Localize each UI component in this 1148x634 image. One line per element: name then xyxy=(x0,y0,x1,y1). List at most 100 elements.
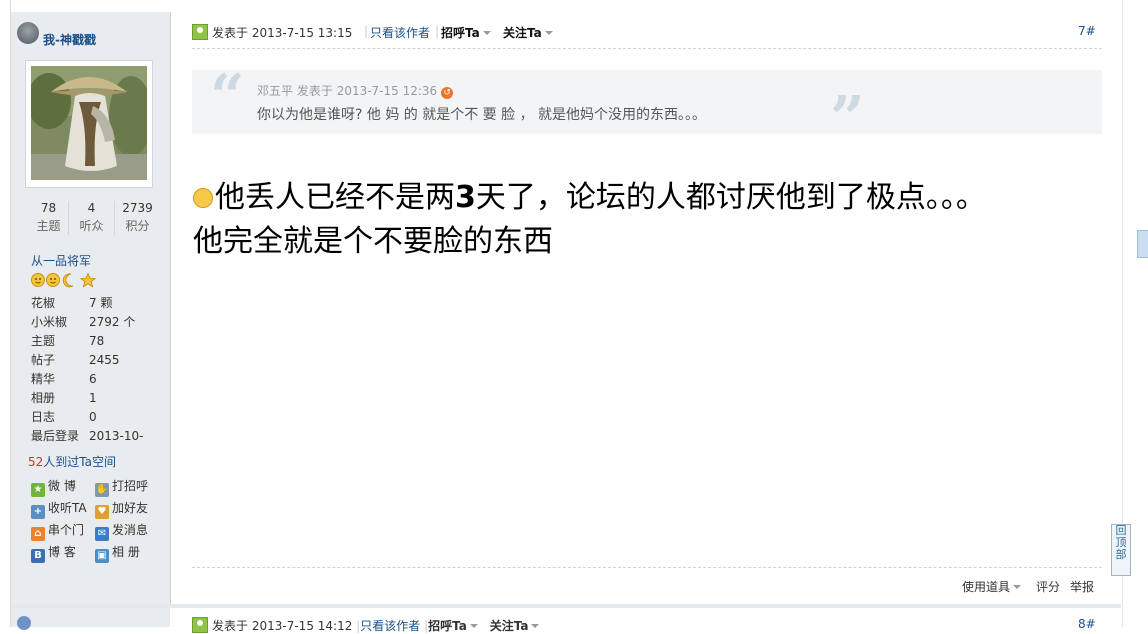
only-author-link[interactable]: 只看该作者 xyxy=(360,619,420,633)
info-key: 相册 xyxy=(31,391,56,405)
info-row: 花椒 7 颗 xyxy=(31,294,143,313)
report-link[interactable]: 举报 xyxy=(1070,578,1094,595)
action-greet[interactable]: ✋ 打招呼 xyxy=(95,477,148,497)
info-key: 帖子 xyxy=(31,353,56,367)
action-label: 串个门 xyxy=(48,523,85,537)
action-follow[interactable]: + 收听TA xyxy=(31,499,87,519)
tools-label: 使用道具 xyxy=(962,580,1011,594)
user-status-icon xyxy=(17,616,31,630)
greet-menu[interactable]: 招呼Ta xyxy=(441,24,491,41)
action-blog[interactable]: B博 客 xyxy=(31,543,76,563)
stat-label: 积分 xyxy=(125,219,150,233)
open-quote-icon: “ xyxy=(210,62,245,132)
avatar[interactable] xyxy=(31,66,147,180)
username-link[interactable]: 我-神戳戳 xyxy=(43,31,96,48)
info-value: 0 xyxy=(89,410,97,424)
info-value: 2455 xyxy=(89,353,120,367)
user-rank[interactable]: 从一品将军 xyxy=(31,252,91,269)
meta-divider: | xyxy=(435,24,440,38)
jump-to-quote-icon[interactable]: ↺ xyxy=(441,87,454,99)
action-label: 发消息 xyxy=(112,523,149,537)
action-label: 打招呼 xyxy=(112,479,149,493)
posted-time: 2013-7-15 14:12 xyxy=(251,619,353,633)
greet-label: 招呼Ta xyxy=(441,26,480,40)
info-value: 78 xyxy=(89,334,105,348)
close-quote-icon: ” xyxy=(830,84,865,154)
stat-topics[interactable]: 78 主题 xyxy=(26,199,71,235)
action-label: 微 博 xyxy=(48,479,76,493)
stat-label: 主题 xyxy=(36,219,61,233)
quote-time: 2013-7-15 12:36 xyxy=(336,84,438,98)
action-label: 相 册 xyxy=(112,545,140,559)
back-to-top-button[interactable]: 回顶部 xyxy=(1111,524,1131,576)
level-medals xyxy=(31,272,97,288)
info-value: 6 xyxy=(89,372,97,386)
blog-icon: B xyxy=(31,549,45,563)
online-user-icon xyxy=(192,617,208,633)
action-weibo[interactable]: ★ 微 博 xyxy=(31,477,76,497)
space-visits-link[interactable]: 52人到过Ta空间 xyxy=(28,453,116,470)
quote-text: 你以为他是谁呀? 他 妈 的 就是个不 要 脸 ， 就是他妈个没用的东西。。。 xyxy=(257,107,707,123)
body-text: 天了，论坛的人都讨厌他到了极点。。。 xyxy=(475,180,986,215)
action-label: 加好友 xyxy=(112,501,149,515)
follow-icon: + xyxy=(31,505,45,519)
info-row: 主题 78 xyxy=(31,332,143,351)
sun-icon xyxy=(46,273,60,287)
posted-time: 2013-7-15 13:15 xyxy=(251,26,353,40)
info-row: 小米椒 2792 个 xyxy=(31,313,143,332)
info-row: 相册 1 xyxy=(31,389,143,408)
chevron-down-icon xyxy=(1013,585,1022,589)
scrollbar-thumb[interactable] xyxy=(1137,230,1148,258)
footer-divider xyxy=(192,567,1102,568)
info-key: 花椒 xyxy=(31,296,56,310)
rate-link[interactable]: 评分 xyxy=(1036,578,1060,595)
info-key: 日志 xyxy=(31,410,56,424)
stat-label: 听众 xyxy=(79,219,104,233)
page-left-edge xyxy=(0,0,11,627)
chevron-down-icon xyxy=(531,624,540,628)
follow-label: 关注Ta xyxy=(503,26,542,40)
action-add-friend[interactable]: ♥ 加好友 xyxy=(95,499,148,519)
quote-meta: 邓五平 发表于 2013-7-15 12:36 ↺ xyxy=(257,82,454,99)
user-info-table: 花椒 7 颗 小米椒 2792 个 主题 78 帖子 2455 精华 6 相册 1 日志 0 … xyxy=(31,294,143,446)
action-visit[interactable]: ⌂ 串个门 xyxy=(31,521,84,541)
chevron-down-icon xyxy=(544,31,553,35)
visits-text: 人到过Ta空间 xyxy=(43,455,116,469)
only-author-link[interactable]: 只看该作者 xyxy=(370,24,430,41)
action-message[interactable]: ✉ 发消息 xyxy=(95,521,148,541)
user-stats: 78 主题 4 听众 2739 积分 xyxy=(26,199,161,239)
avatar-image xyxy=(31,66,147,180)
weibo-icon: ★ xyxy=(31,483,45,497)
post-body: 他丢人已经不是两3天了，论坛的人都讨厌他到了极点。。。 他完全就是个不要脸的东西 xyxy=(193,176,1103,264)
home-icon: ⌂ xyxy=(31,527,45,541)
online-user-icon xyxy=(192,24,208,40)
greet-label[interactable]: 招呼Ta xyxy=(428,619,467,633)
use-tools-menu[interactable]: 使用道具 xyxy=(962,578,1022,595)
body-number: 3 xyxy=(455,180,476,215)
post-footer: 使用道具 评分 举报 xyxy=(192,578,1102,594)
info-row: 日志 0 xyxy=(31,408,143,427)
post-meta: 发表于 2013-7-15 13:15 xyxy=(192,24,352,41)
next-post-sidebar xyxy=(11,608,170,627)
follow-menu[interactable]: 关注Ta xyxy=(503,24,553,41)
floor-number[interactable]: 7# xyxy=(1078,24,1096,38)
message-icon: ✉ xyxy=(95,527,109,541)
quote-posted-label: 发表于 xyxy=(296,84,333,98)
body-text: 他丢人已经不是两 xyxy=(215,180,455,215)
info-key: 精华 xyxy=(31,372,56,386)
meta-divider: | xyxy=(364,24,369,38)
user-status-icon xyxy=(17,22,39,44)
add-friend-icon: ♥ xyxy=(95,505,109,519)
action-album[interactable]: ▣ 相 册 xyxy=(95,543,140,563)
chevron-down-icon xyxy=(469,624,478,628)
info-key: 最后登录 xyxy=(31,429,80,443)
stat-listeners[interactable]: 4 听众 xyxy=(69,199,114,235)
info-key: 小米椒 xyxy=(31,315,68,329)
follow-label[interactable]: 关注Ta xyxy=(490,619,529,633)
info-value: 1 xyxy=(89,391,97,405)
stat-points[interactable]: 2739 积分 xyxy=(115,199,160,235)
moon-icon xyxy=(62,273,74,288)
floor-number[interactable]: 8# xyxy=(1078,617,1096,631)
album-icon: ▣ xyxy=(95,549,109,563)
info-row: 最后登录 2013-10- xyxy=(31,427,143,446)
